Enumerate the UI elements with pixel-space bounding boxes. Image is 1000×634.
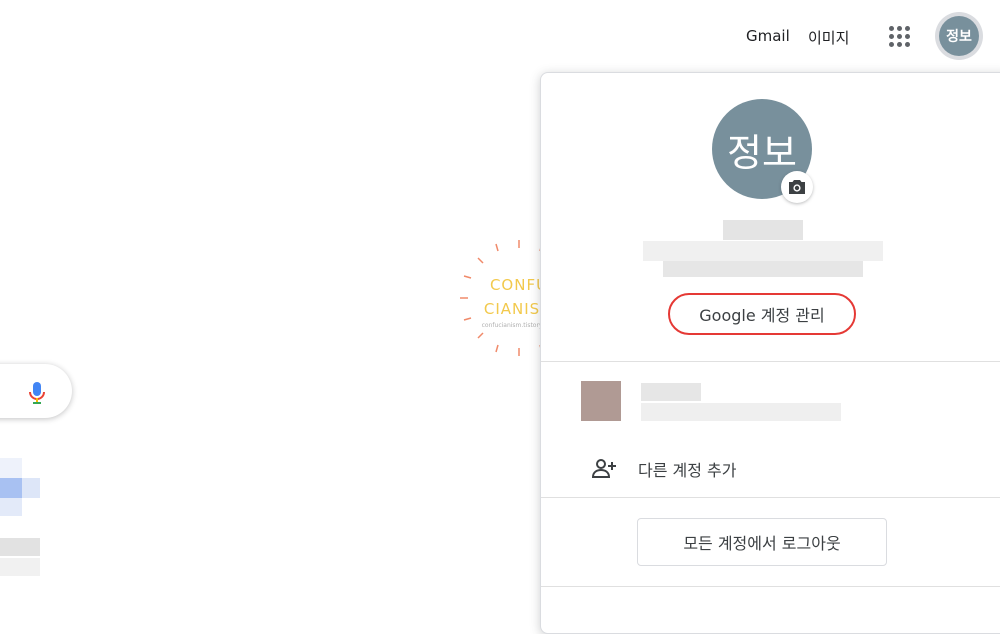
blurred-avatar (581, 381, 621, 421)
blurred-content (0, 498, 22, 516)
account-panel: 정보 Google 계정 관리 다른 계정 추가 모든 계정에서 로그아웃 (540, 72, 1000, 634)
apps-grid-icon[interactable] (889, 26, 911, 48)
blurred-content (0, 478, 22, 498)
blurred-account-email (643, 241, 883, 261)
blurred-content (22, 478, 40, 498)
blurred-account-email (663, 261, 863, 277)
gmail-link[interactable]: Gmail (746, 27, 790, 45)
blurred-account-name (723, 220, 803, 240)
account-avatar-button[interactable]: 정보 (935, 12, 983, 60)
add-account-button[interactable]: 다른 계정 추가 (541, 445, 1000, 491)
person-add-icon (591, 459, 616, 478)
divider (541, 361, 1000, 362)
manage-google-account-button[interactable]: Google 계정 관리 (668, 293, 856, 335)
blurred-content (0, 538, 40, 556)
account-avatar-initials: 정보 (939, 16, 979, 56)
blurred-content (0, 558, 40, 576)
camera-icon[interactable] (781, 171, 813, 203)
add-account-label: 다른 계정 추가 (638, 461, 737, 480)
blurred-account-name (641, 383, 701, 401)
blurred-content (0, 458, 22, 478)
microphone-icon[interactable] (28, 381, 46, 405)
divider (541, 497, 1000, 498)
blurred-account-email (641, 403, 841, 421)
other-account-item[interactable] (541, 363, 1000, 433)
signout-all-button[interactable]: 모든 계정에서 로그아웃 (637, 518, 887, 566)
divider (541, 586, 1000, 587)
images-link[interactable]: 이미지 (808, 27, 849, 48)
